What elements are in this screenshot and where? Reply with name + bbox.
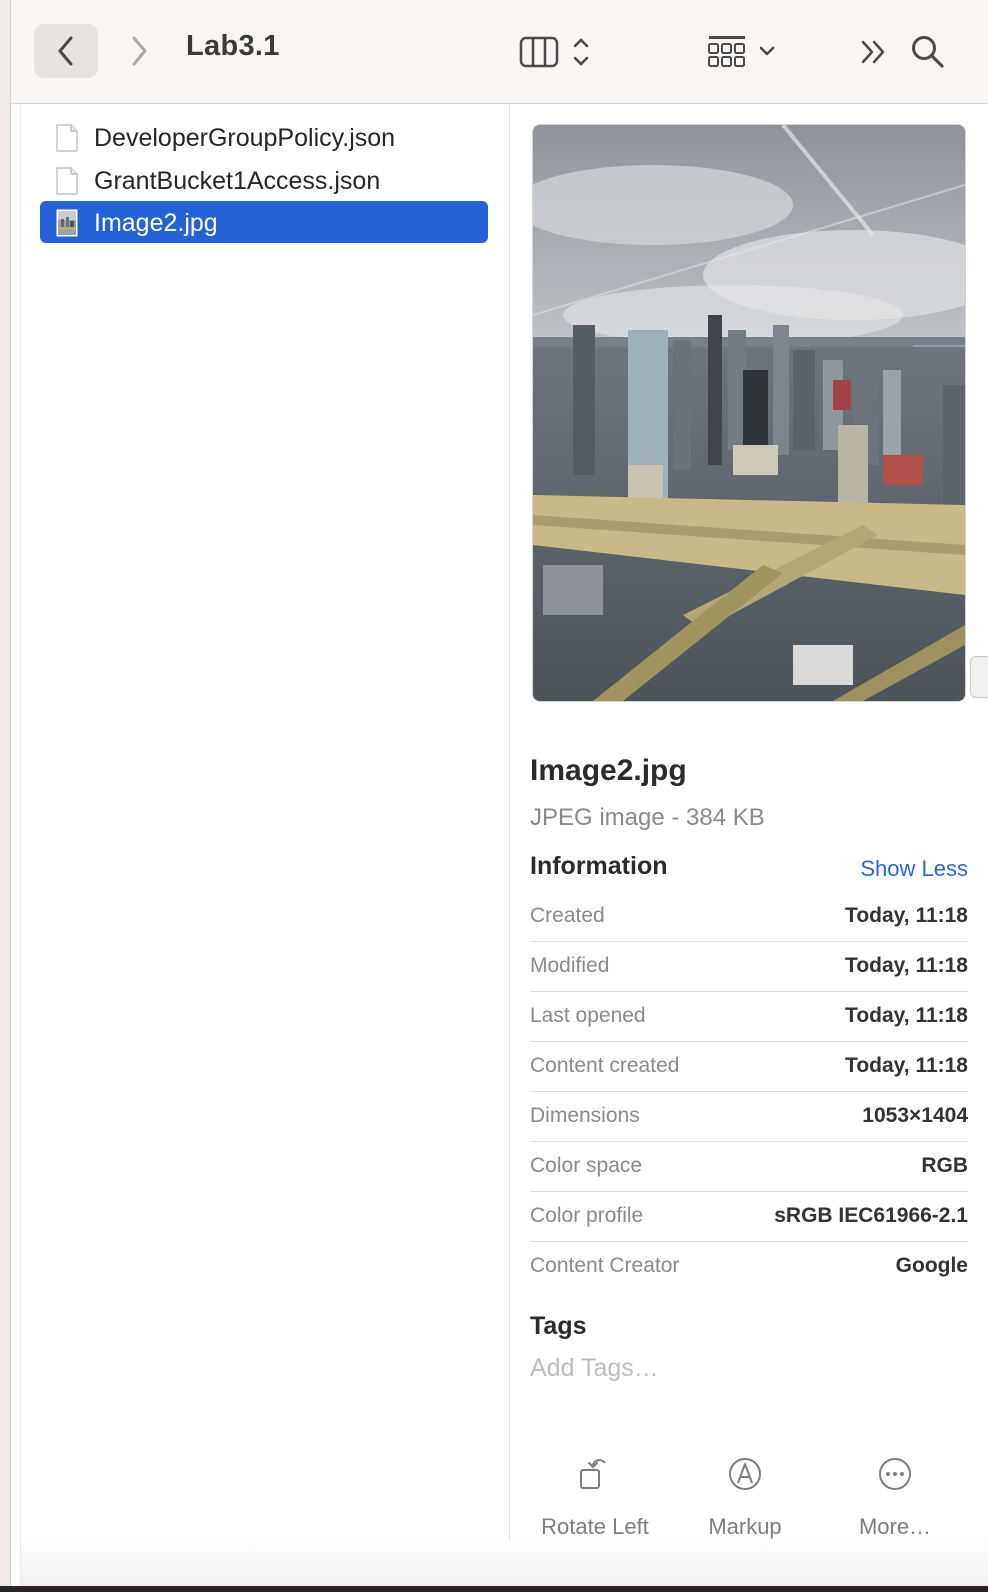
info-row-dimensions: Dimensions 1053×1404 bbox=[530, 1092, 968, 1142]
info-row-color-profile: Color profile sRGB IEC61966-2.1 bbox=[530, 1192, 968, 1242]
markup-icon bbox=[729, 1458, 761, 1490]
toolbar-overflow-button[interactable] bbox=[851, 30, 897, 74]
rotate-left-button[interactable]: Rotate Left bbox=[520, 1444, 670, 1554]
tags-heading: Tags bbox=[530, 1312, 587, 1340]
info-row-modified: Modified Today, 11:18 bbox=[530, 942, 968, 992]
markup-label: Markup bbox=[708, 1514, 782, 1539]
info-label: Dimensions bbox=[530, 1104, 640, 1127]
window-title: Lab3.1 bbox=[186, 30, 280, 62]
info-row-color-space: Color space RGB bbox=[530, 1142, 968, 1192]
info-value: Today, 11:18 bbox=[845, 904, 968, 927]
info-label: Content created bbox=[530, 1054, 680, 1077]
forward-button[interactable] bbox=[119, 24, 159, 78]
info-label: Color space bbox=[530, 1154, 643, 1177]
file-row-selected[interactable]: Image2.jpg bbox=[40, 201, 488, 243]
chevron-right-icon bbox=[132, 36, 147, 66]
preview-pane: Image2.jpg JPEG image - 384 KB Informati… bbox=[510, 104, 988, 1586]
toolbar: Lab3.1 bbox=[11, 0, 988, 104]
image-preview[interactable] bbox=[532, 124, 966, 702]
info-row-content-creator: Content Creator Google bbox=[530, 1242, 968, 1291]
info-value: sRGB IEC61966-2.1 bbox=[774, 1204, 968, 1227]
info-value: Today, 11:18 bbox=[845, 954, 968, 977]
file-list: DeveloperGroupPolicy.json GrantBucket1Ac… bbox=[21, 104, 510, 1586]
info-label: Modified bbox=[530, 954, 610, 977]
icon-grid-icon bbox=[708, 36, 775, 67]
info-label: Created bbox=[530, 904, 605, 927]
finder-window: Lab3.1 DeveloperGroupPolicy.json GrantBu… bbox=[0, 0, 988, 1586]
back-button[interactable] bbox=[34, 24, 98, 78]
image-thumbnail-icon bbox=[56, 209, 78, 237]
info-value: Google bbox=[895, 1254, 968, 1277]
rotate-left-label: Rotate Left bbox=[541, 1514, 649, 1539]
magnifier-icon bbox=[912, 36, 944, 68]
file-row[interactable]: DeveloperGroupPolicy.json bbox=[40, 116, 488, 158]
view-mode-button[interactable] bbox=[519, 30, 605, 74]
info-value: Today, 11:18 bbox=[845, 1054, 968, 1077]
information-table: Created Today, 11:18 Modified Today, 11:… bbox=[530, 892, 968, 1291]
double-chevron-right-icon bbox=[861, 40, 885, 64]
more-label: More… bbox=[858, 1514, 932, 1539]
more-button[interactable]: More… bbox=[820, 1444, 970, 1554]
info-row-content-created: Content created Today, 11:18 bbox=[530, 1042, 968, 1092]
file-name: Image2.jpg bbox=[94, 209, 218, 237]
information-heading: Information bbox=[530, 852, 668, 880]
file-name: DeveloperGroupPolicy.json bbox=[94, 124, 396, 152]
quick-actions: Rotate Left Markup More… bbox=[510, 1444, 988, 1554]
preview-file-name: Image2.jpg bbox=[530, 754, 687, 787]
info-value: Today, 11:18 bbox=[845, 1004, 968, 1027]
show-less-link[interactable]: Show Less bbox=[860, 856, 968, 882]
window-edge bbox=[0, 0, 11, 1586]
preview-file-kind: JPEG image - 384 KB bbox=[530, 804, 765, 831]
file-row[interactable]: GrantBucket1Access.json bbox=[40, 159, 488, 201]
info-value: 1053×1404 bbox=[862, 1104, 968, 1127]
sidebar-edge bbox=[11, 104, 21, 1586]
more-icon bbox=[879, 1458, 911, 1490]
column-view-icon bbox=[519, 36, 589, 68]
group-button[interactable] bbox=[707, 28, 787, 76]
markup-button[interactable]: Markup bbox=[670, 1444, 820, 1554]
info-row-created: Created Today, 11:18 bbox=[530, 892, 968, 942]
city-photo bbox=[533, 125, 965, 701]
document-icon bbox=[56, 124, 78, 152]
rotate-left-icon bbox=[580, 1459, 606, 1489]
info-value: RGB bbox=[921, 1154, 968, 1177]
document-icon bbox=[56, 167, 78, 195]
info-label: Color profile bbox=[530, 1204, 644, 1227]
add-tags-field[interactable] bbox=[530, 1354, 830, 1383]
side-tab-handle[interactable] bbox=[970, 656, 988, 698]
chevron-left-icon bbox=[58, 36, 73, 66]
info-label: Content Creator bbox=[530, 1254, 680, 1277]
info-label: Last opened bbox=[530, 1004, 646, 1027]
file-name: GrantBucket1Access.json bbox=[94, 167, 381, 195]
search-button[interactable] bbox=[905, 28, 951, 76]
info-row-last-opened: Last opened Today, 11:18 bbox=[530, 992, 968, 1042]
